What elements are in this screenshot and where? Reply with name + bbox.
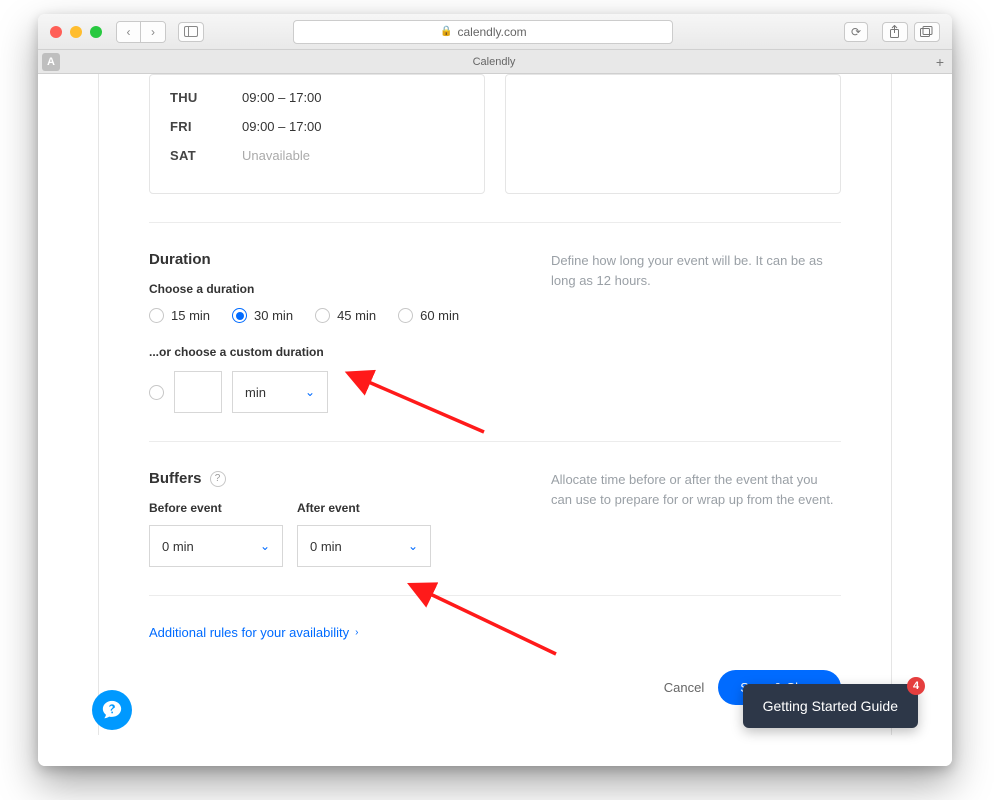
divider xyxy=(149,595,841,596)
custom-duration-radio[interactable] xyxy=(149,385,164,400)
tab-bar: A Calendly + xyxy=(38,50,952,74)
duration-option[interactable]: 45 min xyxy=(315,308,376,323)
back-button[interactable]: ‹ xyxy=(117,22,141,42)
browser-window: ‹ › 🔒 calendly.com ⟳ A Calendly + xyxy=(38,14,952,766)
sidebar-icon xyxy=(184,26,198,37)
divider xyxy=(149,222,841,223)
buffers-section: Buffers ? Before event 0 min ⌄ xyxy=(149,470,841,567)
minimize-window-button[interactable] xyxy=(70,26,82,38)
duration-heading: Duration xyxy=(149,251,525,268)
share-icon xyxy=(889,25,900,38)
day-label: THU xyxy=(170,90,242,105)
radio-button[interactable] xyxy=(398,308,413,323)
custom-duration-input[interactable] xyxy=(174,371,222,413)
page-viewport: THU09:00 – 17:00FRI09:00 – 17:00SATUnava… xyxy=(38,74,952,766)
availability-day-row: FRI09:00 – 17:00 xyxy=(170,112,464,141)
availability-day-row: SATUnavailable xyxy=(170,141,464,170)
help-chat-button[interactable] xyxy=(92,690,132,730)
day-label: FRI xyxy=(170,119,242,134)
sidebar-toggle-button[interactable] xyxy=(178,22,204,42)
radio-button[interactable] xyxy=(232,308,247,323)
duration-description: Define how long your event will be. It c… xyxy=(551,251,841,413)
day-time: 09:00 – 17:00 xyxy=(242,90,322,105)
address-bar[interactable]: 🔒 calendly.com xyxy=(293,20,673,44)
secondary-card xyxy=(505,74,841,194)
additional-rules-row: Additional rules for your availability › xyxy=(149,624,841,642)
weekly-hours-card: THU09:00 – 17:00FRI09:00 – 17:00SATUnava… xyxy=(149,74,485,194)
lock-icon: 🔒 xyxy=(440,26,452,37)
duration-option-label: 60 min xyxy=(420,308,459,323)
maximize-window-button[interactable] xyxy=(90,26,102,38)
new-tab-button[interactable]: + xyxy=(928,54,952,70)
reload-button[interactable]: ⟳ xyxy=(844,22,868,42)
before-event-label: Before event xyxy=(149,501,283,515)
custom-duration-unit-select[interactable]: min ⌄ xyxy=(232,371,328,413)
chat-question-icon xyxy=(101,699,123,721)
titlebar: ‹ › 🔒 calendly.com ⟳ xyxy=(38,14,952,50)
guide-badge: 4 xyxy=(907,677,925,695)
tab-title[interactable]: Calendly xyxy=(60,56,928,68)
before-event-select[interactable]: 0 min ⌄ xyxy=(149,525,283,567)
duration-option[interactable]: 30 min xyxy=(232,308,293,323)
duration-option-label: 15 min xyxy=(171,308,210,323)
availability-day-row: THU09:00 – 17:00 xyxy=(170,83,464,112)
tabs-icon xyxy=(920,26,933,37)
availability-row: THU09:00 – 17:00FRI09:00 – 17:00SATUnava… xyxy=(149,74,841,194)
radio-button[interactable] xyxy=(149,308,164,323)
choose-duration-label: Choose a duration xyxy=(149,282,525,296)
duration-option[interactable]: 60 min xyxy=(398,308,459,323)
custom-duration-label: ...or choose a custom duration xyxy=(149,345,525,359)
chevron-down-icon: ⌄ xyxy=(260,539,270,553)
duration-option[interactable]: 15 min xyxy=(149,308,210,323)
help-icon[interactable]: ? xyxy=(210,471,226,487)
buffers-heading: Buffers ? xyxy=(149,470,525,487)
radio-button[interactable] xyxy=(315,308,330,323)
cancel-button[interactable]: Cancel xyxy=(664,680,704,695)
after-event-label: After event xyxy=(297,501,431,515)
duration-section: Duration Choose a duration 15 min 30 min 4… xyxy=(149,251,841,413)
duration-option-label: 45 min xyxy=(337,308,376,323)
tabs-button[interactable] xyxy=(914,22,940,42)
buffers-description: Allocate time before or after the event … xyxy=(551,470,841,567)
day-time: 09:00 – 17:00 xyxy=(242,119,322,134)
chevron-down-icon: ⌄ xyxy=(408,539,418,553)
chevron-right-icon: › xyxy=(355,627,358,638)
after-event-select[interactable]: 0 min ⌄ xyxy=(297,525,431,567)
pinned-tab[interactable]: A xyxy=(42,53,60,71)
day-time: Unavailable xyxy=(242,148,310,163)
url-text: calendly.com xyxy=(457,25,526,39)
duration-option-label: 30 min xyxy=(254,308,293,323)
close-window-button[interactable] xyxy=(50,26,62,38)
custom-duration-row: min ⌄ xyxy=(149,371,525,413)
forward-button[interactable]: › xyxy=(141,22,165,42)
additional-rules-link[interactable]: Additional rules for your availability › xyxy=(149,625,359,640)
divider xyxy=(149,441,841,442)
duration-radio-group: 15 min 30 min 45 min 60 min xyxy=(149,308,525,323)
getting-started-guide-button[interactable]: Getting Started Guide 4 xyxy=(743,684,918,728)
window-controls xyxy=(50,26,102,38)
nav-buttons: ‹ › xyxy=(116,21,166,43)
chevron-down-icon: ⌄ xyxy=(305,385,315,399)
share-button[interactable] xyxy=(882,22,908,42)
footer-actions: Cancel Save & Close xyxy=(149,670,841,705)
day-label: SAT xyxy=(170,148,242,163)
